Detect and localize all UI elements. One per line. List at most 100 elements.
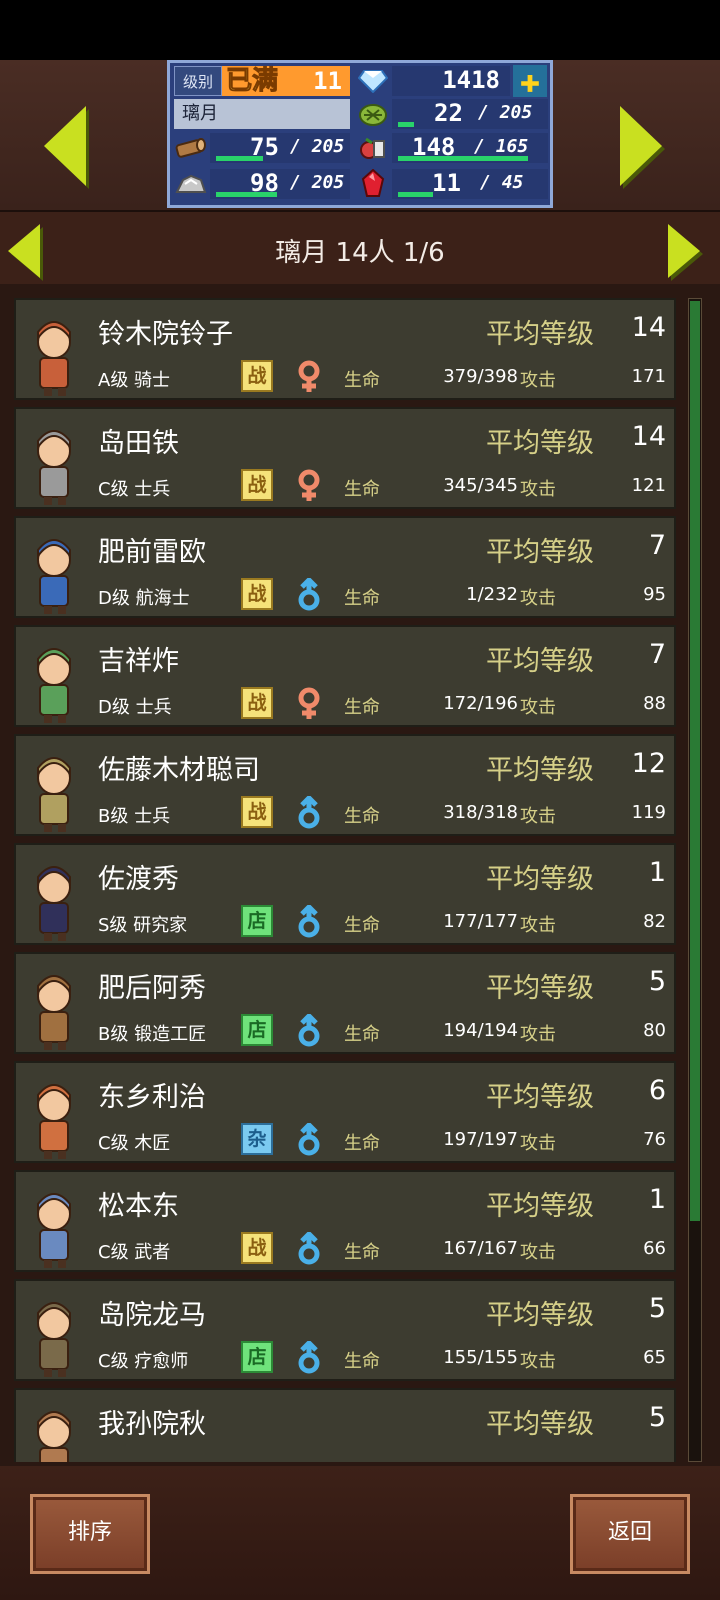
job-badge: 战	[241, 360, 273, 392]
character-portrait	[20, 1174, 92, 1270]
level-value: 11	[313, 67, 342, 95]
job-badge: 战	[241, 796, 273, 828]
character-portrait	[20, 1065, 92, 1161]
character-card[interactable]: 肥前雷欧 平均等级 7 D级 航海士 战 生命 1/232 攻击 95	[14, 516, 676, 618]
hp-value: 197/197	[443, 1129, 518, 1150]
character-card[interactable]: 铃木院铃子 平均等级 14 A级 骑士 战 生命 379/398 攻击 171	[14, 298, 676, 400]
character-portrait	[20, 738, 92, 834]
back-button[interactable]: 返回	[570, 1494, 690, 1574]
male-icon	[294, 1339, 324, 1375]
attack-label: 攻击	[520, 915, 556, 936]
job-badge: 店	[241, 905, 273, 937]
attack-label: 攻击	[520, 806, 556, 827]
character-rank: C级 士兵	[98, 479, 171, 500]
scrollbar-thumb[interactable]	[690, 301, 700, 1221]
character-rank: C级 武者	[98, 1242, 171, 1263]
character-portrait	[20, 520, 92, 616]
character-portrait	[20, 411, 92, 507]
wood-max: 205	[311, 136, 345, 157]
female-icon	[294, 687, 324, 721]
wood-log-icon	[174, 133, 208, 163]
hp-value: 194/194	[443, 1020, 518, 1041]
hp-label: 生命	[344, 479, 380, 500]
ruby-bar	[398, 192, 433, 197]
attack-label: 攻击	[520, 370, 556, 391]
attack-value: 95	[643, 584, 666, 605]
female-icon	[294, 469, 324, 503]
avg-level-value: 7	[648, 530, 666, 561]
character-name: 肥前雷欧	[98, 537, 206, 568]
character-list[interactable]: 铃木院铃子 平均等级 14 A级 骑士战生命 379/398 攻击 171 岛田铁 平均等级 14…	[0, 292, 720, 1462]
female-icon	[294, 360, 324, 394]
male-icon	[294, 1012, 324, 1048]
character-name: 东乡利治	[98, 1082, 206, 1113]
character-card[interactable]: 东乡利治 平均等级 6 C级 木匠 杂 生命 197/197 攻击 76	[14, 1061, 676, 1163]
attack-label: 攻击	[520, 479, 556, 500]
character-name: 松本东	[98, 1191, 179, 1222]
character-rank: D级 士兵	[98, 697, 172, 718]
character-card[interactable]: 松本东 平均等级 1 C级 武者 战 生命 167/167 攻击 66	[14, 1170, 676, 1272]
character-rank: C级 木匠	[98, 1133, 171, 1154]
level-max-badge: 已满	[225, 66, 279, 97]
add-gems-button[interactable]: ✚	[513, 61, 547, 101]
character-name: 佐藤木材聪司	[98, 755, 260, 786]
level-label: 级别	[174, 66, 222, 96]
grass-count: 22	[434, 99, 463, 127]
attack-value: 76	[643, 1129, 666, 1150]
attack-value: 65	[643, 1347, 666, 1368]
hp-label: 生命	[344, 588, 380, 609]
character-rank: A级 骑士	[98, 370, 171, 391]
hp-value: 1/232	[466, 584, 518, 605]
character-rank: B级 锻造工匠	[98, 1024, 207, 1045]
hp-label: 生命	[344, 806, 380, 827]
avg-level-value: 12	[631, 748, 666, 779]
town-name: 璃月	[174, 99, 350, 129]
ore-max: 205	[311, 172, 345, 193]
character-portrait	[20, 847, 92, 943]
avg-level-value: 5	[648, 1402, 666, 1433]
attack-value: 121	[631, 475, 666, 496]
character-card[interactable]: 佐藤木材聪司 平均等级 12 B级 士兵 战 生命 318/318 攻击 119	[14, 734, 676, 836]
character-name: 吉祥炸	[98, 646, 179, 677]
attack-value: 82	[643, 911, 666, 932]
hp-label: 生命	[344, 1242, 380, 1263]
avg-level-label: 平均等级	[486, 537, 594, 568]
avg-level-value: 7	[648, 639, 666, 670]
character-card[interactable]: 吉祥炸 平均等级 7 D级 士兵 战 生命 172/196 攻击 88	[14, 625, 676, 727]
scrollbar[interactable]	[688, 298, 702, 1462]
character-card[interactable]: 岛田铁 平均等级 14 C级 士兵 战 生命 345/345 攻击 121	[14, 407, 676, 509]
next-town-arrow-icon[interactable]	[620, 106, 662, 186]
avg-level-value: 6	[648, 1075, 666, 1106]
job-badge: 战	[241, 687, 273, 719]
hp-value: 172/196	[443, 693, 518, 714]
character-card[interactable]: 佐渡秀 平均等级 1 S级 研究家 店 生命 177/177 攻击 82	[14, 843, 676, 945]
sort-button[interactable]: 排序	[30, 1494, 150, 1574]
grass-bar	[398, 122, 414, 127]
hp-label: 生命	[344, 915, 380, 936]
character-rank: S级 研究家	[98, 915, 188, 936]
attack-label: 攻击	[520, 1242, 556, 1263]
ruby-max: 45	[501, 172, 524, 193]
hp-label: 生命	[344, 697, 380, 718]
attack-value: 119	[631, 802, 666, 823]
avg-level-value: 5	[648, 966, 666, 997]
character-rank: B级 士兵	[98, 806, 171, 827]
character-card[interactable]: 岛院龙马 平均等级 5 C级 疗愈师 店 生命 155/155 攻击 65	[14, 1279, 676, 1381]
character-name: 佐渡秀	[98, 864, 179, 895]
character-rank: C级 疗愈师	[98, 1351, 189, 1372]
hp-value: 379/398	[443, 366, 518, 387]
avg-level-label: 平均等级	[486, 428, 594, 459]
character-portrait	[20, 629, 92, 725]
character-card[interactable]: 我孙院秋 平均等级 5	[14, 1388, 676, 1462]
hp-label: 生命	[344, 370, 380, 391]
character-card[interactable]: 肥后阿秀 平均等级 5 B级 锻造工匠 店 生命 194/194 攻击 80	[14, 952, 676, 1054]
hp-label: 生命	[344, 1024, 380, 1045]
prev-town-arrow-icon[interactable]	[44, 106, 86, 186]
avg-level-label: 平均等级	[486, 1191, 594, 1222]
ruby-icon	[356, 169, 390, 199]
attack-value: 88	[643, 693, 666, 714]
avg-level-label: 平均等级	[486, 646, 594, 677]
avg-level-value: 1	[648, 1184, 666, 1215]
avg-level-value: 14	[631, 312, 666, 343]
avg-level-value: 5	[648, 1293, 666, 1324]
